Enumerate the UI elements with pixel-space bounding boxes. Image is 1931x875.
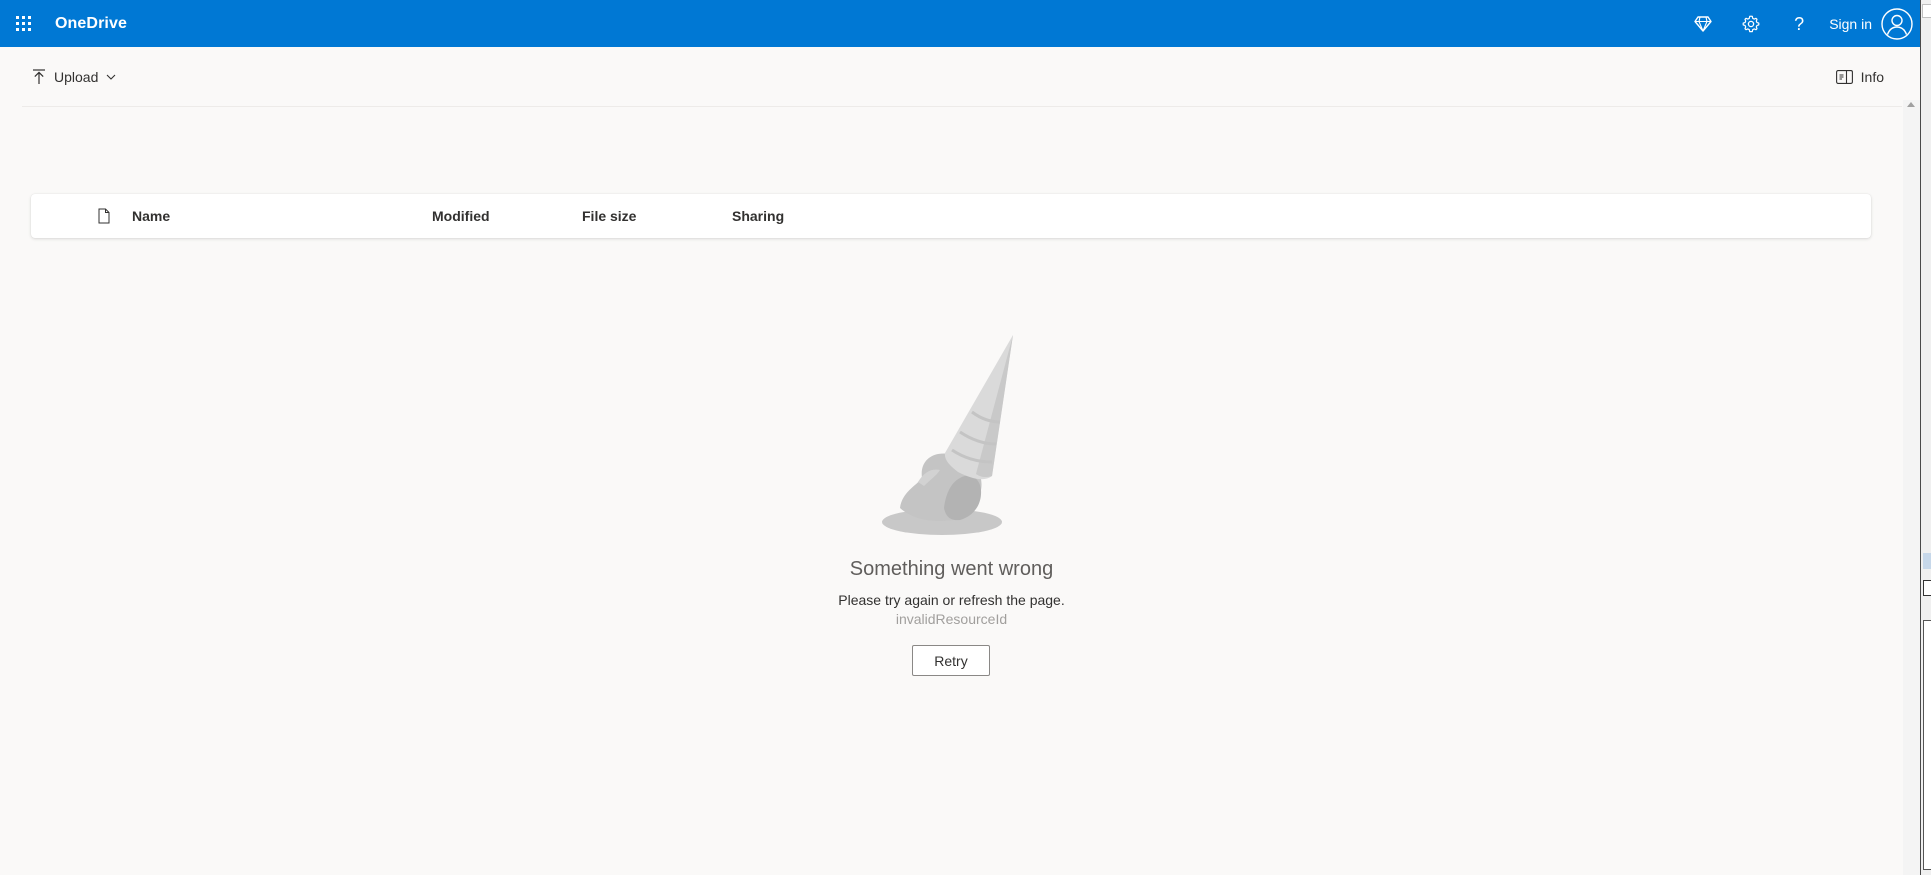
scroll-up-arrow-icon[interactable] bbox=[1907, 102, 1915, 107]
settings-button[interactable] bbox=[1727, 0, 1775, 47]
sign-in-label: Sign in bbox=[1829, 15, 1872, 32]
name-column-header[interactable]: Name bbox=[132, 194, 170, 238]
diamond-icon bbox=[1694, 15, 1712, 32]
error-message: Please try again or refresh the page. bbox=[838, 592, 1065, 608]
upload-label: Upload bbox=[54, 68, 99, 85]
command-bar: Upload Info bbox=[22, 47, 1902, 107]
adjacent-window-control bbox=[1922, 4, 1931, 18]
help-question-icon: ? bbox=[1794, 13, 1805, 34]
app-launcher-button[interactable] bbox=[0, 0, 47, 47]
adjacent-window-pane bbox=[1923, 620, 1931, 870]
retry-button[interactable]: Retry bbox=[912, 645, 990, 676]
error-title: Something went wrong bbox=[849, 558, 1054, 580]
info-button[interactable]: Info bbox=[1826, 59, 1894, 95]
melted-ice-cream-icon bbox=[882, 335, 1013, 535]
adjacent-window-highlight bbox=[1923, 553, 1931, 569]
document-icon bbox=[98, 208, 110, 224]
app-launcher-waffle-icon bbox=[16, 16, 31, 31]
suite-header: OneDrive ? Sign in bbox=[0, 0, 1920, 47]
upload-button[interactable]: Upload bbox=[22, 59, 126, 95]
file-list-header: Name Modified File size Sharing bbox=[31, 194, 1871, 238]
premium-button[interactable] bbox=[1679, 0, 1727, 47]
onedrive-brand-link[interactable]: OneDrive bbox=[55, 15, 127, 33]
help-button[interactable]: ? bbox=[1775, 0, 1823, 47]
person-icon bbox=[1880, 7, 1914, 41]
sharing-column-header[interactable]: Sharing bbox=[732, 194, 784, 238]
adjacent-window-checkbox bbox=[1923, 580, 1931, 596]
file-size-column-header[interactable]: File size bbox=[582, 194, 636, 238]
chevron-down-icon bbox=[106, 74, 116, 80]
info-pane-icon bbox=[1835, 69, 1853, 84]
sign-in-button[interactable]: Sign in bbox=[1823, 0, 1920, 47]
modified-column-header[interactable]: Modified bbox=[432, 194, 490, 238]
file-type-column-header[interactable] bbox=[92, 194, 116, 238]
error-code: invalidResourceId bbox=[895, 611, 1008, 627]
upload-arrow-icon bbox=[32, 68, 46, 85]
info-label: Info bbox=[1860, 68, 1884, 85]
vertical-scrollbar[interactable] bbox=[1903, 100, 1920, 875]
gear-icon bbox=[1742, 15, 1760, 32]
adjacent-window-edge bbox=[1920, 0, 1931, 875]
